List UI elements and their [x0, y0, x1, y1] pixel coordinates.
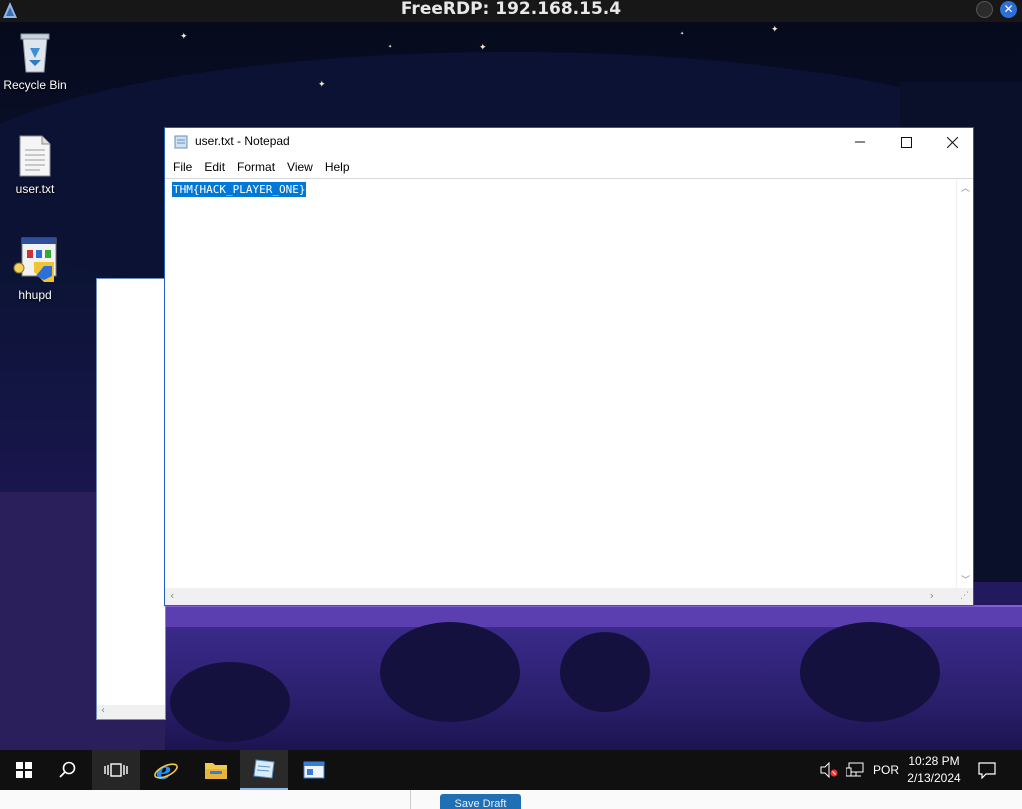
taskbar-file-explorer[interactable] [192, 750, 240, 790]
file-explorer-icon [205, 763, 227, 779]
rdp-titlebar: FreeRDP: 192.168.15.4 ✕ [0, 0, 1022, 22]
notepad-window[interactable]: user.txt - Notepad File Edit Format View… [164, 127, 974, 606]
star-decoration: ✦ [479, 43, 487, 53]
taskbar-window-app[interactable] [290, 750, 338, 790]
notepad-text-area[interactable]: THM{HACK_PLAYER_ONE} ︿ ﹀ ‹ › ⋰ [165, 178, 973, 605]
notepad-window-title: user.txt - Notepad [195, 134, 290, 148]
rdp-window-title: FreeRDP: 192.168.15.4 [400, 0, 622, 19]
volume-muted-icon [820, 762, 838, 778]
selected-text[interactable]: THM{HACK_PLAYER_ONE} [172, 182, 307, 197]
task-view-button[interactable] [92, 750, 140, 790]
star-decoration: ✦ [771, 25, 779, 35]
scroll-left-icon[interactable]: ‹ [170, 589, 174, 602]
star-decoration: ✦ [680, 31, 685, 37]
star-decoration: ✦ [180, 32, 188, 42]
minimize-button[interactable] [837, 128, 883, 156]
background-bush [800, 622, 940, 722]
maximize-icon [900, 136, 912, 148]
menu-file[interactable]: File [167, 158, 198, 176]
background-bush [380, 622, 520, 722]
search-button[interactable] [44, 750, 92, 790]
desktop-icon-user-txt[interactable]: user.txt [0, 134, 70, 196]
rdp-minimize-button[interactable] [976, 1, 993, 18]
scroll-right-icon[interactable]: › [930, 589, 934, 602]
minimize-icon [855, 141, 865, 143]
search-icon [59, 761, 76, 778]
save-draft-button[interactable]: Save Draft [440, 794, 521, 809]
desktop-icon-label: Recycle Bin [3, 78, 67, 92]
network-tray-icon[interactable] [846, 750, 864, 790]
close-icon [946, 136, 958, 148]
notepad-menubar: File Edit Format View Help [165, 156, 973, 178]
desktop-icon-label: user.txt [15, 182, 55, 196]
clock-time: 10:28 PM [908, 754, 960, 768]
background-bush [560, 632, 650, 712]
language-indicator[interactable]: POR [873, 750, 899, 790]
recycle-bin-icon [20, 33, 50, 73]
background-window-scrollbar[interactable]: ‹ [97, 705, 165, 719]
star-decoration: ✦ [388, 44, 393, 50]
resize-grip-icon[interactable]: ⋰ [956, 588, 973, 605]
taskbar-clock[interactable]: 10:28 PM 2/13/2024 [898, 753, 970, 787]
notepad-icon [174, 135, 188, 149]
installer-icon [13, 237, 57, 282]
action-center-button[interactable] [978, 750, 996, 790]
start-icon [16, 762, 32, 778]
menu-view[interactable]: View [281, 158, 319, 176]
taskbar-internet-explorer[interactable]: e [142, 750, 190, 790]
background-window[interactable]: ‹ [96, 278, 166, 720]
maximize-button[interactable] [883, 128, 929, 156]
star-decoration: ✦ [318, 80, 326, 90]
start-button[interactable] [0, 750, 48, 790]
notification-icon [978, 762, 996, 779]
divider [410, 790, 411, 809]
desktop[interactable]: ✦ ✦ ✦ ✦ ✦ ✦ Recycle Bin user.txt hhupd ‹… [0, 22, 1022, 750]
rdp-close-button[interactable]: ✕ [1000, 1, 1017, 18]
background-fence [165, 605, 1022, 627]
notepad-content[interactable]: THM{HACK_PLAYER_ONE} [172, 182, 307, 197]
scroll-down-icon[interactable]: ﹀ [957, 573, 974, 587]
taskbar: e POR 10:28 PM 2/13/2024 [0, 750, 1022, 790]
text-file-icon [19, 135, 51, 177]
internet-explorer-icon: e [154, 757, 178, 783]
desktop-icon-recycle-bin[interactable]: Recycle Bin [0, 30, 70, 92]
clock-date: 2/13/2024 [907, 771, 961, 785]
volume-tray-icon[interactable] [820, 750, 838, 790]
notepad-icon [253, 759, 275, 779]
menu-format[interactable]: Format [231, 158, 281, 176]
window-app-icon [303, 761, 325, 779]
desktop-icon-hhupd[interactable]: hhupd [0, 236, 70, 302]
desktop-icon-label: hhupd [18, 288, 52, 302]
background-bush [170, 662, 290, 742]
horizontal-scrollbar[interactable]: ‹ › [165, 588, 956, 605]
task-view-icon [104, 763, 128, 777]
host-page-strip: Save Draft [0, 790, 1022, 809]
menu-edit[interactable]: Edit [198, 158, 231, 176]
menu-help[interactable]: Help [319, 158, 356, 176]
scroll-up-icon[interactable]: ︿ [957, 181, 974, 195]
taskbar-notepad[interactable] [240, 750, 288, 790]
notepad-titlebar[interactable]: user.txt - Notepad [165, 128, 973, 156]
network-icon [846, 762, 864, 777]
vertical-scrollbar[interactable]: ︿ ﹀ [956, 179, 973, 589]
close-button[interactable] [929, 128, 975, 156]
